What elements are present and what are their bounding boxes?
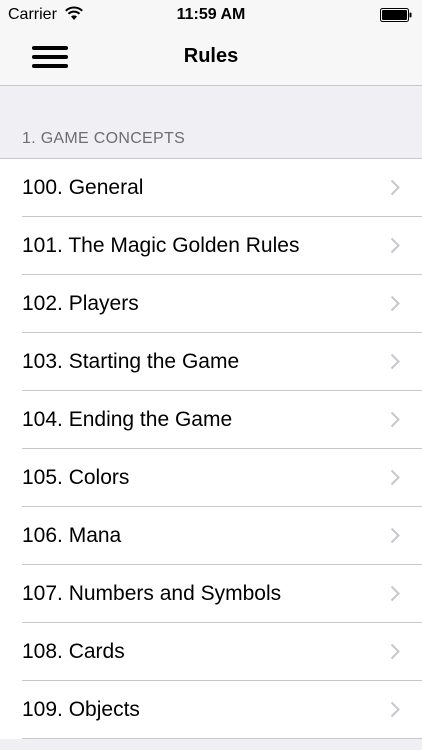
rule-label: 106. Mana [22, 524, 122, 547]
rule-label: 107. Numbers and Symbols [22, 582, 282, 605]
chevron-right-icon [390, 643, 400, 660]
chevron-right-icon [390, 585, 400, 602]
rule-row-103[interactable]: 103. Starting the Game [0, 333, 422, 391]
rule-row-102[interactable]: 102. Players [0, 275, 422, 333]
rule-row-109[interactable]: 109. Objects [0, 681, 422, 739]
chevron-right-icon [390, 295, 400, 312]
status-bar: Carrier 11:59 AM [0, 0, 422, 30]
chevron-right-icon [390, 527, 400, 544]
rule-row-104[interactable]: 104. Ending the Game [0, 391, 422, 449]
rule-label: 103. Starting the Game [22, 350, 240, 373]
chevron-right-icon [390, 411, 400, 428]
section-header: 1. GAME CONCEPTS [22, 130, 186, 147]
rule-row-107[interactable]: 107. Numbers and Symbols [0, 565, 422, 623]
rule-label: 109. Objects [22, 698, 140, 721]
rule-label: 101. The Magic Golden Rules [22, 234, 300, 257]
page-title: Rules [183, 45, 239, 67]
chevron-right-icon [390, 701, 400, 718]
rule-label: 102. Players [22, 292, 139, 315]
chevron-right-icon [390, 469, 400, 486]
rule-row-105[interactable]: 105. Colors [0, 449, 422, 507]
chevron-right-icon [390, 237, 400, 254]
rule-label: 104. Ending the Game [22, 408, 233, 431]
rule-row-101[interactable]: 101. The Magic Golden Rules [0, 217, 422, 275]
rules-content[interactable]: 1. GAME CONCEPTS 100. General 101. The M… [0, 86, 422, 750]
rule-label: 108. Cards [22, 640, 125, 663]
rule-row-106[interactable]: 106. Mana [0, 507, 422, 565]
navigation-bar: Rules [0, 30, 422, 86]
chevron-right-icon [390, 179, 400, 196]
battery-icon [380, 8, 412, 22]
rule-row-100[interactable]: 100. General [0, 159, 422, 217]
rules-list: 100. General 101. The Magic Golden Rules… [0, 158, 422, 739]
rule-row-108[interactable]: 108. Cards [0, 623, 422, 681]
rule-label: 100. General [22, 176, 144, 199]
chevron-right-icon [390, 353, 400, 370]
rule-label: 105. Colors [22, 466, 130, 489]
status-time: 11:59 AM [176, 6, 246, 23]
